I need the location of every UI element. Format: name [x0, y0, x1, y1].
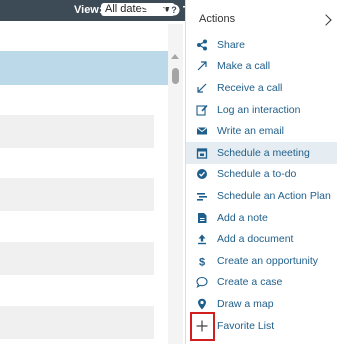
upload-icon: [196, 233, 208, 245]
action-create-case[interactable]: Create a case: [186, 272, 337, 294]
list-row[interactable]: [0, 178, 154, 211]
help-icon[interactable]: ?: [168, 4, 180, 16]
action-schedule-action-plan[interactable]: Schedule an Action Plan: [186, 185, 337, 207]
list-row[interactable]: [0, 115, 154, 148]
filter-icon[interactable]: [139, 4, 151, 16]
action-label: Receive a call: [217, 81, 283, 94]
list-area: [0, 21, 185, 344]
chat-icon: [196, 276, 208, 289]
dollar-icon: $: [196, 255, 208, 267]
scroll-thumb[interactable]: [172, 68, 179, 84]
list-row[interactable]: [0, 242, 154, 275]
note-icon: [196, 212, 208, 224]
email-icon: [196, 125, 208, 137]
svg-text:?: ?: [171, 5, 177, 15]
action-log-interaction[interactable]: Log an interaction: [186, 99, 337, 121]
action-plan-icon: [196, 190, 208, 202]
action-label: Schedule an Action Plan: [217, 189, 331, 202]
scroll-up-arrow-icon[interactable]: [171, 54, 179, 59]
panel-title: Actions: [199, 13, 236, 25]
action-label: Schedule a to-do: [217, 168, 297, 181]
action-label: Draw a map: [217, 297, 274, 310]
action-label: Favorite List: [217, 319, 275, 332]
action-label: Create a case: [217, 276, 283, 289]
action-label: Add a document: [217, 233, 294, 246]
action-add-document[interactable]: Add a document: [186, 228, 337, 250]
action-label: Log an interaction: [217, 103, 301, 116]
action-label: Add a note: [217, 211, 268, 224]
actions-menu: Share Make a call Receive a call Log an …: [186, 34, 337, 336]
highlight-box: [190, 312, 215, 341]
view-label: View:: [74, 4, 103, 16]
action-make-call[interactable]: Make a call: [186, 56, 337, 78]
map-pin-icon: [196, 298, 208, 310]
action-label: Write an email: [217, 125, 284, 138]
share-icon: [196, 39, 208, 51]
edit-icon: [196, 104, 208, 116]
chevron-right-icon[interactable]: [320, 14, 332, 26]
action-receive-call[interactable]: Receive a call: [186, 77, 337, 99]
action-write-email[interactable]: Write an email: [186, 120, 337, 142]
action-label: Share: [217, 38, 246, 51]
action-label: Schedule a meeting: [217, 146, 310, 159]
action-schedule-todo[interactable]: Schedule a to-do: [186, 164, 337, 186]
action-schedule-meeting[interactable]: Schedule a meeting: [186, 141, 337, 164]
calendar-icon: [196, 147, 208, 159]
action-add-note[interactable]: Add a note: [186, 207, 337, 229]
action-share[interactable]: Share: [186, 34, 337, 56]
list-row[interactable]: [0, 306, 154, 339]
actions-panel: Actions Share Make a call Receive a call…: [185, 0, 337, 344]
presentation-icon[interactable]: [154, 4, 166, 16]
list-row-selected[interactable]: [0, 51, 168, 85]
check-circle-icon: [196, 168, 208, 180]
vertical-scrollbar[interactable]: [168, 24, 183, 344]
svg-text:$: $: [199, 256, 205, 267]
action-label: Make a call: [217, 60, 271, 73]
action-label: Create an opportunity: [217, 254, 318, 267]
action-create-opportunity[interactable]: $ Create an opportunity: [186, 250, 337, 272]
outgoing-call-icon: [196, 60, 208, 72]
incoming-call-icon: [196, 82, 208, 94]
